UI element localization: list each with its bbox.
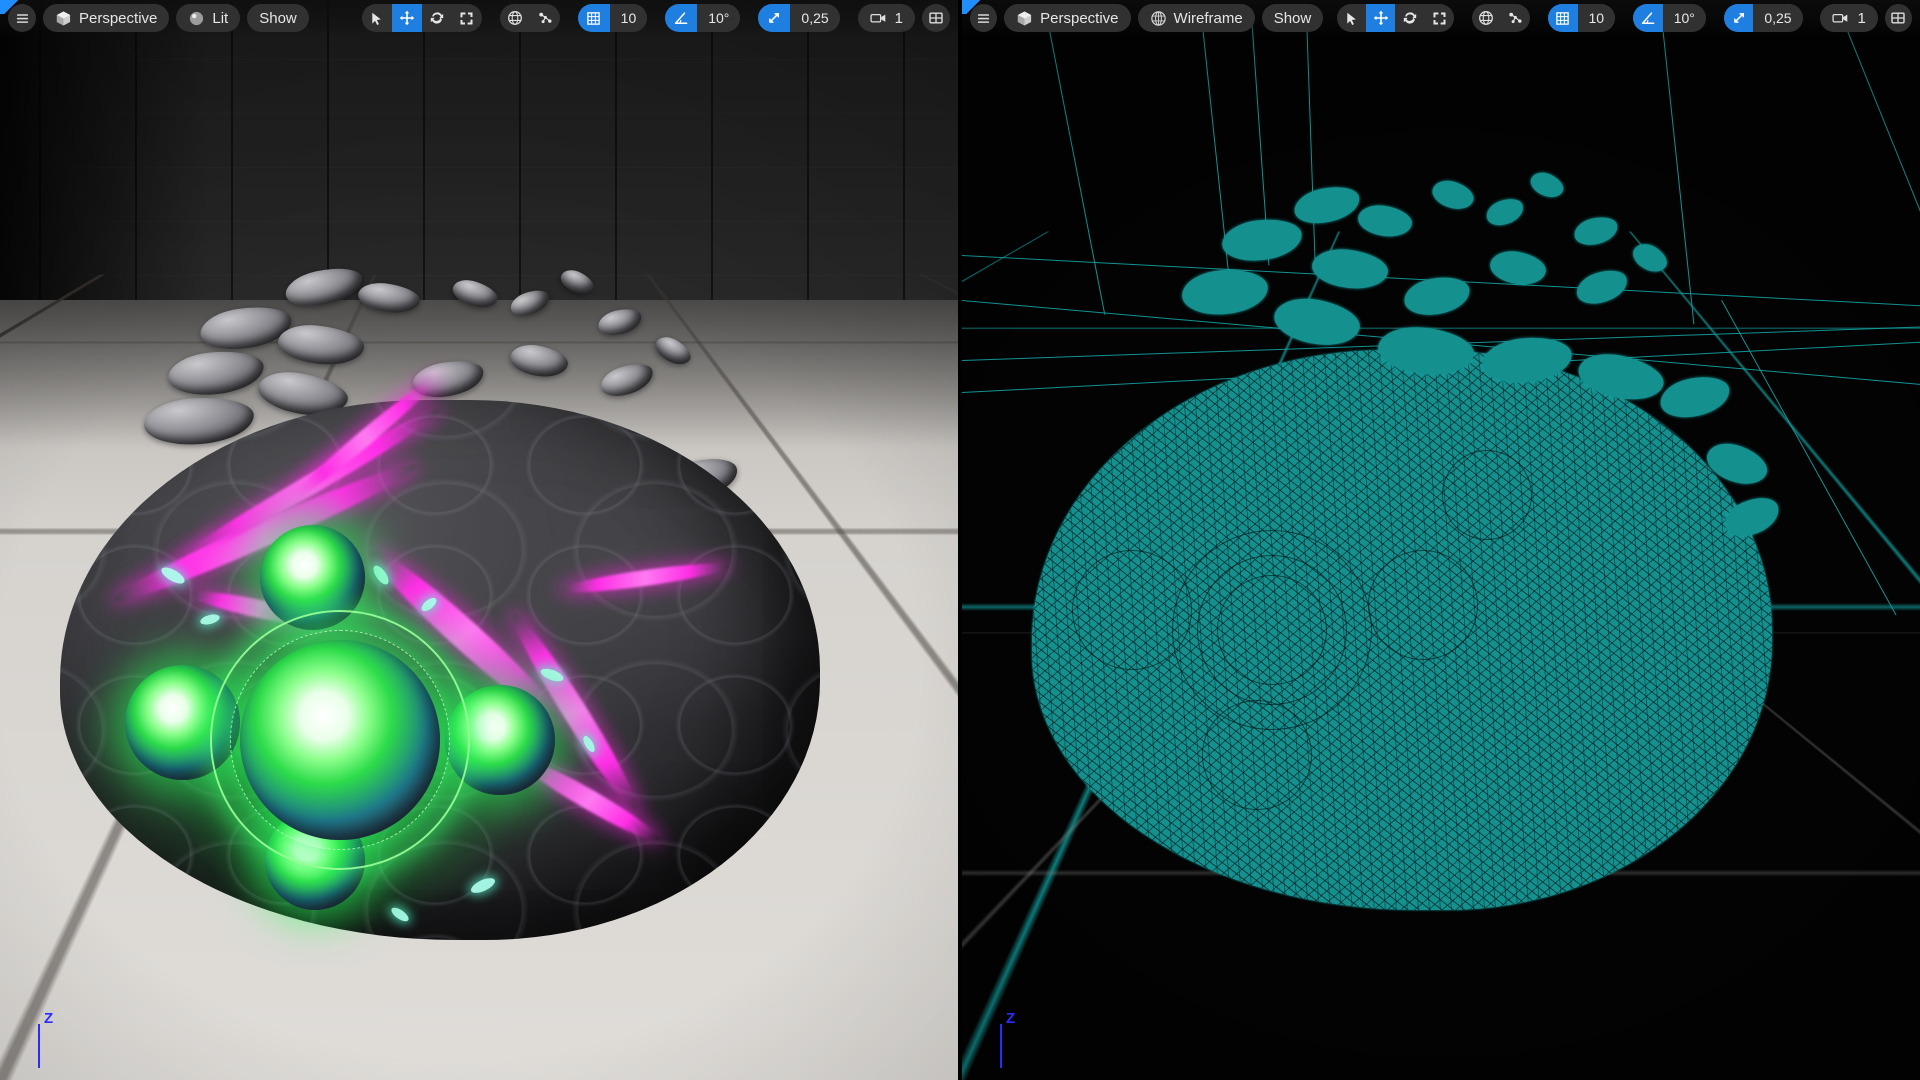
camera-speed-button[interactable]: 1 bbox=[858, 4, 915, 32]
transform-tools-group bbox=[1337, 4, 1453, 32]
z-axis-line bbox=[38, 1024, 40, 1068]
z-axis-label: Z bbox=[44, 1010, 53, 1027]
world-coordinates-button[interactable] bbox=[500, 4, 530, 32]
viewport-vignette bbox=[0, 0, 958, 1080]
globe-icon bbox=[507, 10, 523, 26]
camera-speed-value: 1 bbox=[895, 11, 903, 26]
lit-scene-render[interactable] bbox=[0, 0, 958, 1080]
camera-perspective-label: Perspective bbox=[1040, 11, 1118, 26]
move-arrows-icon bbox=[399, 10, 415, 26]
surface-snap-icon bbox=[537, 10, 553, 26]
viewmode-label: Lit bbox=[212, 11, 228, 26]
grid-snap-value[interactable]: 10 bbox=[1578, 4, 1616, 32]
angle-snap-value[interactable]: 10° bbox=[1663, 4, 1706, 32]
select-tool-button[interactable] bbox=[362, 4, 392, 32]
viewport-wireframe[interactable]: Perspective Wireframe Show 10 10° 0,25 1… bbox=[962, 0, 1920, 1080]
viewport-layout-button[interactable] bbox=[1885, 4, 1912, 32]
cursor-arrow-icon bbox=[1344, 11, 1359, 26]
grid-snap-group: 10 bbox=[578, 4, 648, 32]
grid-icon bbox=[1555, 11, 1570, 26]
surface-snap-button[interactable] bbox=[530, 4, 560, 32]
camera-speed-button[interactable]: 1 bbox=[1820, 4, 1877, 32]
viewport-menu-button[interactable] bbox=[8, 4, 36, 32]
coordinate-tools-group bbox=[500, 4, 560, 32]
coordinate-tools-group bbox=[1472, 4, 1530, 32]
scale-diagonal-icon bbox=[766, 10, 782, 26]
grid-snap-group: 10 bbox=[1548, 4, 1616, 32]
angle-snap-value[interactable]: 10° bbox=[697, 4, 740, 32]
world-coordinates-button[interactable] bbox=[1472, 4, 1501, 32]
z-axis-label: Z bbox=[1006, 1010, 1015, 1027]
editor-root: Perspective Lit Show 10 10° 0,25 1 Z Per… bbox=[0, 0, 1920, 1080]
axis-gizmo-wireframe: Z bbox=[988, 1008, 1058, 1072]
viewport-layout-icon bbox=[928, 10, 944, 26]
cube-icon bbox=[1016, 10, 1033, 27]
viewport-vignette bbox=[962, 0, 1920, 1080]
viewport-layout-button[interactable] bbox=[922, 4, 950, 32]
show-flags-label: Show bbox=[259, 11, 297, 26]
globe-wireframe-icon bbox=[1150, 10, 1167, 27]
sphere-lit-icon bbox=[188, 10, 205, 27]
transform-tools-group bbox=[362, 4, 482, 32]
wireframe-scene-render[interactable] bbox=[962, 0, 1920, 1080]
scale-snap-group: 0,25 bbox=[758, 4, 839, 32]
viewport-menu-button[interactable] bbox=[970, 4, 997, 32]
angle-snap-toggle[interactable] bbox=[665, 4, 697, 32]
viewmode-label: Wireframe bbox=[1174, 11, 1243, 26]
scale-tool-button[interactable] bbox=[1425, 4, 1454, 32]
angle-snap-toggle[interactable] bbox=[1633, 4, 1663, 32]
axis-gizmo-lit: Z bbox=[26, 1008, 96, 1072]
viewport-layout-icon bbox=[1890, 10, 1906, 26]
angle-icon bbox=[673, 10, 689, 26]
hamburger-menu-icon bbox=[15, 11, 30, 26]
viewport-toolbar-wireframe: Perspective Wireframe Show 10 10° 0,25 1 bbox=[962, 0, 1920, 36]
viewport-lit[interactable]: Perspective Lit Show 10 10° 0,25 1 Z bbox=[0, 0, 958, 1080]
scale-snap-toggle[interactable] bbox=[1724, 4, 1754, 32]
show-flags-dropdown[interactable]: Show bbox=[1262, 4, 1324, 32]
grid-snap-toggle[interactable] bbox=[1548, 4, 1578, 32]
scale-snap-value[interactable]: 0,25 bbox=[1753, 4, 1802, 32]
rotate-arrows-icon bbox=[1402, 10, 1418, 26]
camera-icon bbox=[870, 11, 888, 25]
grid-icon bbox=[586, 11, 601, 26]
scale-snap-value[interactable]: 0,25 bbox=[790, 4, 839, 32]
cursor-arrow-icon bbox=[369, 11, 384, 26]
angle-snap-group: 10° bbox=[1633, 4, 1706, 32]
camera-perspective-label: Perspective bbox=[79, 11, 157, 26]
move-arrows-icon bbox=[1373, 10, 1389, 26]
scale-tool-button[interactable] bbox=[452, 4, 482, 32]
move-tool-button[interactable] bbox=[392, 4, 422, 32]
scale-corners-icon bbox=[459, 11, 474, 26]
scale-diagonal-icon bbox=[1731, 10, 1747, 26]
show-flags-dropdown[interactable]: Show bbox=[247, 4, 309, 32]
grid-snap-value[interactable]: 10 bbox=[610, 4, 648, 32]
rotate-tool-button[interactable] bbox=[422, 4, 452, 32]
show-flags-label: Show bbox=[1274, 11, 1312, 26]
surface-snap-icon bbox=[1507, 10, 1523, 26]
rotate-tool-button[interactable] bbox=[1395, 4, 1424, 32]
viewmode-dropdown[interactable]: Lit bbox=[176, 4, 240, 32]
hamburger-menu-icon bbox=[976, 11, 991, 26]
angle-snap-group: 10° bbox=[665, 4, 740, 32]
cube-icon bbox=[55, 10, 72, 27]
scale-corners-icon bbox=[1432, 11, 1447, 26]
surface-snap-button[interactable] bbox=[1501, 4, 1530, 32]
move-tool-button[interactable] bbox=[1366, 4, 1395, 32]
camera-perspective-dropdown[interactable]: Perspective bbox=[1004, 4, 1130, 32]
viewmode-dropdown[interactable]: Wireframe bbox=[1138, 4, 1255, 32]
select-tool-button[interactable] bbox=[1337, 4, 1366, 32]
globe-icon bbox=[1478, 10, 1494, 26]
grid-snap-toggle[interactable] bbox=[578, 4, 610, 32]
scale-snap-group: 0,25 bbox=[1724, 4, 1803, 32]
angle-icon bbox=[1640, 10, 1656, 26]
camera-icon bbox=[1832, 11, 1850, 25]
rotate-arrows-icon bbox=[429, 10, 445, 26]
camera-speed-value: 1 bbox=[1857, 11, 1865, 26]
scale-snap-toggle[interactable] bbox=[758, 4, 790, 32]
z-axis-line bbox=[1000, 1024, 1002, 1068]
camera-perspective-dropdown[interactable]: Perspective bbox=[43, 4, 169, 32]
